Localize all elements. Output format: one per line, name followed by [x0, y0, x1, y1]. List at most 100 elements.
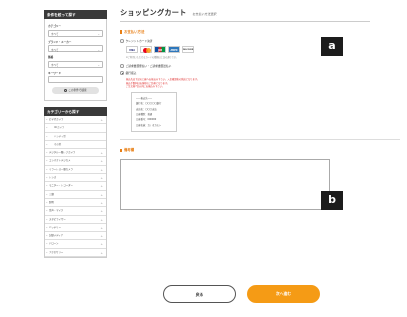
- chevron-right-icon: ▸: [46, 143, 48, 146]
- category-item-label: ハンディ型: [54, 134, 66, 138]
- expand-icon[interactable]: +: [100, 182, 103, 190]
- expand-icon[interactable]: +: [100, 191, 103, 199]
- category-item[interactable]: ▸ ビデオカメラ +: [45, 116, 106, 125]
- category-list: ▸ ビデオカメラ + ▸ 4Kカメラ ▸ ハンディ型 ▸ その他 ▸ デジタル一眼レフカメラ + ▸ コン…: [44, 116, 107, 259]
- section-divider: [120, 139, 400, 141]
- remarks-section-title-text: 備考欄: [124, 148, 135, 153]
- radio-bank[interactable]: [120, 71, 124, 75]
- chevron-right-icon: ▸: [46, 235, 48, 238]
- category-filter-value: すべて: [51, 33, 59, 37]
- chevron-right-icon: ▸: [46, 218, 48, 221]
- category-item-label: レンズ: [49, 176, 57, 180]
- keyword-input[interactable]: [48, 76, 103, 83]
- chevron-right-icon: ▸: [46, 193, 48, 196]
- category-item[interactable]: ▸ デジタル一眼レフカメラ +: [45, 149, 106, 158]
- category-item[interactable]: ▸ ハンディ型: [45, 133, 106, 141]
- page-title: ショッピングカート: [120, 8, 187, 17]
- category-item[interactable]: ▸ 三脚 +: [45, 191, 106, 199]
- category-item-label: コンパクトデジカメ: [49, 159, 71, 163]
- search-button-label: この条件で検索: [68, 89, 87, 92]
- payment-section-title-text: お支払い方法: [124, 30, 145, 34]
- chevron-right-icon: ▸: [46, 185, 48, 188]
- payment-option-bank-label: 銀行振込: [125, 71, 137, 75]
- chevron-right-icon: ▸: [46, 201, 48, 204]
- annotation-badge-b: b: [321, 191, 343, 210]
- payment-option-credit-label: クレジットカード決済: [125, 39, 153, 43]
- form-actions: 戻る 次へ進む: [163, 285, 320, 303]
- search-panel: カテゴリー すべて ⌄ ブランド・メーカー すべて ⌄ 価格 すべて ⌄ キーワ…: [44, 19, 107, 101]
- expand-icon[interactable]: +: [100, 199, 103, 207]
- category-item[interactable]: ▸ 音声・マイク +: [45, 207, 106, 216]
- chevron-down-icon: ⌄: [97, 63, 100, 67]
- search-button[interactable]: この条件で検索: [52, 87, 99, 94]
- radio-invoice[interactable]: [120, 64, 124, 68]
- jcb-logo-icon: JCB: [154, 46, 166, 53]
- expand-icon[interactable]: +: [100, 116, 103, 124]
- chevron-right-icon: ▸: [46, 251, 48, 254]
- expand-icon[interactable]: +: [100, 207, 103, 215]
- chevron-right-icon: ▸: [46, 160, 48, 163]
- chevron-down-icon: ⌄: [97, 32, 100, 36]
- search-icon: [64, 88, 68, 92]
- category-item[interactable]: ▸ コンパクトデジカメ +: [45, 157, 106, 166]
- category-item-label: 音声・マイク: [49, 209, 64, 213]
- expand-icon[interactable]: +: [100, 224, 103, 232]
- brand-filter-value: すべて: [51, 48, 59, 52]
- price-filter-select[interactable]: すべて ⌄: [48, 60, 103, 68]
- visa-logo-icon: VISA: [126, 46, 138, 53]
- payment-option-invoice-label: ご請求書郵便払い・ご請求書郵送払い: [125, 64, 172, 68]
- chevron-right-icon: ▸: [46, 127, 48, 130]
- category-item-label: デジタル一眼レフカメラ: [49, 151, 76, 155]
- expand-icon[interactable]: +: [100, 174, 103, 182]
- discover-logo-icon: DISCOVER: [182, 46, 194, 53]
- expand-icon[interactable]: +: [100, 240, 103, 248]
- category-item[interactable]: ▸ ドローン +: [45, 240, 106, 249]
- page-subtitle: お支払い方法選択: [192, 12, 217, 16]
- category-item[interactable]: ▸ ミラーレス一眼カメラ +: [45, 166, 106, 175]
- expand-icon[interactable]: +: [100, 149, 103, 157]
- bank-account-box: ――振込先―― 銀行名：〇〇〇〇〇銀行 支店名：〇〇〇支店 口座種別：普通 口座…: [131, 91, 177, 133]
- category-item[interactable]: ▸ アクセサリー +: [45, 249, 106, 258]
- remarks-textarea[interactable]: [120, 159, 330, 211]
- category-item[interactable]: ▸ バッテリー +: [45, 224, 106, 233]
- category-item-label: 記録メディア: [49, 234, 64, 238]
- expand-icon[interactable]: +: [100, 166, 103, 174]
- chevron-right-icon: ▸: [46, 119, 48, 121]
- sidebar: 条件を絞って探す カテゴリー すべて ⌄ ブランド・メーカー すべて ⌄ 価格 …: [44, 10, 107, 259]
- bank-note-line: ご注文後7日以内にお振込み下さい。: [126, 85, 165, 89]
- next-button[interactable]: 次へ進む: [247, 285, 320, 303]
- expand-icon[interactable]: +: [100, 249, 103, 257]
- category-item[interactable]: ▸ 照明 +: [45, 199, 106, 208]
- expand-icon[interactable]: +: [100, 157, 103, 165]
- brand-filter-label: ブランド・メーカー: [48, 40, 72, 44]
- expand-icon[interactable]: +: [100, 232, 103, 240]
- radio-credit[interactable]: [120, 39, 124, 43]
- category-item[interactable]: ▸ 4Kカメラ: [45, 124, 106, 133]
- chevron-right-icon: ▸: [46, 177, 48, 180]
- annotation-badge-a: a: [321, 37, 343, 56]
- category-item[interactable]: ▸ その他: [45, 141, 106, 150]
- brand-filter-select[interactable]: すべて ⌄: [48, 45, 103, 52]
- back-button[interactable]: 戻る: [163, 285, 236, 303]
- chevron-right-icon: ▸: [46, 135, 48, 138]
- category-item[interactable]: ▸ レンズ +: [45, 174, 106, 183]
- category-item-label: ビデオカメラ: [49, 118, 64, 121]
- category-item-label: ドローン: [49, 242, 59, 246]
- category-item-label: アクセサリー: [49, 250, 64, 254]
- price-filter-label: 価格: [48, 56, 54, 59]
- category-item-label: その他: [54, 142, 62, 146]
- remarks-section-title: 備考欄: [120, 147, 370, 152]
- search-panel-header: 条件を絞って探す: [44, 10, 107, 19]
- category-filter-select[interactable]: すべて ⌄: [48, 29, 103, 37]
- category-panel-header: カテゴリーから探す: [44, 107, 107, 116]
- expand-icon[interactable]: +: [100, 216, 103, 224]
- payment-option-bank[interactable]: 銀行振込: [120, 71, 370, 75]
- category-item-label: 三脚: [49, 192, 54, 196]
- chevron-right-icon: ▸: [46, 243, 48, 246]
- price-filter-value: すべて: [51, 64, 59, 68]
- bank-notes: 振込先は下記の口座へお振込み下さい。入金確認後の発送となります。 振込手数料はお…: [126, 78, 370, 89]
- category-item[interactable]: ▸ 記録メディア +: [45, 232, 106, 241]
- payment-option-invoice[interactable]: ご請求書郵便払い・ご請求書郵送払い: [120, 64, 370, 68]
- category-item[interactable]: ▸ スタビライザー +: [45, 216, 106, 224]
- category-item[interactable]: ▸ モニター・レコーダー +: [45, 182, 106, 191]
